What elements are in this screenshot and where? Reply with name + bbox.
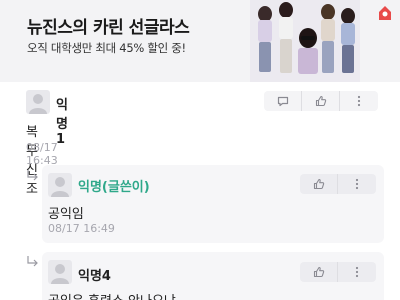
more-button[interactable] [340,91,378,111]
thumbs-up-icon [315,95,326,107]
ad-title: 뉴진스의 카린 선글라스 [27,18,190,38]
ad-banner[interactable]: 뉴진스의 카린 선글라스 오직 대학생만 최대 45% 할인 중! [0,0,400,82]
reply-arrow-icon [27,170,38,181]
avatar [48,173,72,197]
reply-button[interactable] [264,91,302,111]
avatar [26,90,50,114]
reply-body: 공익임 [48,207,84,222]
more-button[interactable] [338,262,376,282]
reply-author: 익명(글쓴이) [78,180,150,195]
reply-card: 익명4 공익은 훈련소 안나오냐 [42,252,384,300]
more-icon [355,178,359,190]
more-icon [355,266,359,278]
reply-body: 공익은 훈련소 안나오냐 [48,290,176,300]
reply-arrow-icon [27,256,38,267]
like-button[interactable] [302,91,340,111]
ad-logo-icon [379,6,391,20]
thumbs-up-icon [313,266,324,278]
reply-card: 익명(글쓴이) 공익임 08/17 16:49 [42,165,384,243]
comment-author: 익명1 [56,98,68,147]
ad-subtitle: 오직 대학생만 최대 45% 할인 중! [27,41,186,55]
reply-time: 08/17 16:49 [48,222,115,235]
comment-actions [264,91,378,111]
reply-author: 익명4 [78,269,111,284]
thumbs-up-icon [313,178,324,190]
comment-icon [277,96,288,106]
more-icon [357,95,361,107]
comment-time: 08/17 16:43 [26,141,58,167]
ad-photo [250,0,360,82]
reply-actions [300,262,376,282]
like-button[interactable] [300,174,338,194]
reply-actions [300,174,376,194]
more-button[interactable] [338,174,376,194]
avatar [48,260,72,284]
like-button[interactable] [300,262,338,282]
